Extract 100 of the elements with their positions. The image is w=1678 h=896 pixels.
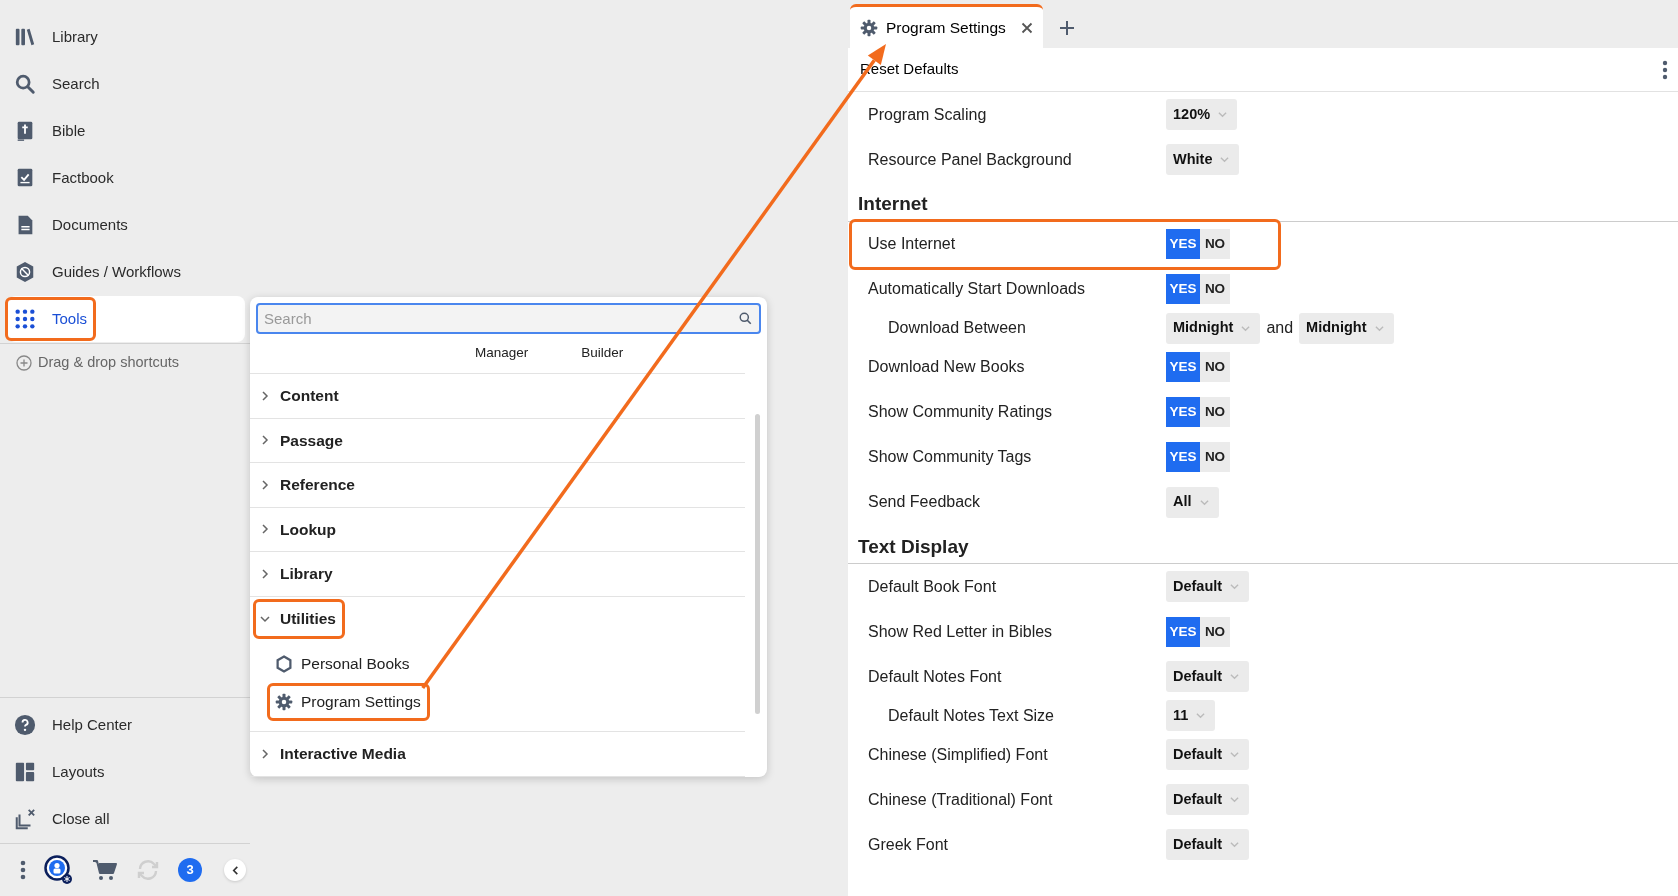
group-label: Passage — [280, 430, 343, 451]
account-icon[interactable] — [44, 855, 74, 885]
chevron-down-icon — [1230, 795, 1240, 805]
dropdown[interactable]: 120% — [1166, 99, 1238, 130]
tool-group[interactable]: Content — [250, 374, 745, 419]
dropdown[interactable]: Default — [1166, 784, 1250, 816]
plus-circle-icon — [16, 354, 32, 371]
tool-group[interactable]: Lookup — [250, 507, 745, 552]
setting-label: Use Internet — [868, 234, 957, 255]
chevron-down-icon — [1374, 323, 1384, 333]
tab-label: Program Settings — [886, 17, 1006, 38]
chevron-right-icon — [260, 390, 270, 401]
chevron-down-icon — [1196, 711, 1206, 721]
sidebar-label: Bible — [52, 120, 86, 141]
chevron-down-icon — [1230, 750, 1240, 760]
hexagon-icon — [275, 655, 293, 673]
group-label: Reference — [280, 475, 355, 496]
sidebar-label: Guides / Workflows — [52, 261, 181, 282]
dropdown[interactable]: Default — [1166, 661, 1250, 693]
group-label: Library — [280, 564, 333, 585]
sidebar-label: Layouts — [52, 761, 105, 782]
setting-label: Automatically Start Downloads — [868, 279, 1086, 300]
layout-icon — [14, 761, 36, 783]
help-icon — [14, 714, 36, 736]
tool-group[interactable]: Reference — [250, 463, 745, 508]
sidebar-label: Tools — [52, 308, 88, 329]
chevron-down-icon — [1241, 323, 1251, 333]
dropdown[interactable]: Default — [1166, 571, 1250, 603]
dropdown[interactable]: All — [1166, 486, 1219, 518]
chevron-down-icon — [1230, 672, 1240, 682]
cart-icon[interactable] — [92, 858, 118, 882]
library-icon — [14, 26, 36, 48]
sidebar-label: Factbook — [52, 167, 114, 188]
dropdown[interactable]: Midnight — [1299, 312, 1394, 344]
tool-group[interactable]: Interactive Media — [250, 732, 745, 777]
search-field[interactable]: Search — [256, 303, 761, 334]
dropdown[interactable]: White — [1166, 144, 1240, 175]
setting-label: Chinese (Traditional) Font — [868, 789, 1054, 810]
chevron-down-icon — [1230, 840, 1240, 850]
chevron-right-icon — [260, 479, 270, 490]
notification-count[interactable]: 3 — [178, 858, 202, 882]
setting-label: Send Feedback — [868, 492, 982, 513]
dropdown[interactable]: Default — [1166, 739, 1250, 771]
sidebar-item[interactable]: Library — [8, 14, 245, 60]
kebab-menu-icon[interactable] — [1662, 59, 1668, 80]
chevron-right-icon — [260, 524, 270, 535]
tool-item[interactable]: Personal Books — [301, 652, 410, 676]
chevron-down-icon — [260, 613, 270, 624]
sidebar-item[interactable]: Search — [8, 61, 245, 107]
sidebar-label: Library — [52, 26, 98, 47]
sidebar-item[interactable]: Guides / Workflows — [8, 249, 245, 295]
setting-label: Download New Books — [868, 357, 1026, 378]
section-heading: Internet — [848, 192, 1678, 222]
group-label: Interactive Media — [280, 744, 406, 765]
chevron-right-icon — [260, 435, 270, 446]
section-heading: Text Display — [848, 534, 1678, 565]
sidebar-item[interactable]: Factbook — [8, 155, 245, 201]
settings-tab[interactable]: Program Settings — [850, 4, 1043, 48]
setting-label: Chinese (Simplified) Font — [868, 744, 1049, 765]
tool-group[interactable]: Library — [250, 552, 745, 597]
setting-label: Resource Panel Background — [868, 149, 1073, 170]
column-header: Builder — [581, 344, 624, 363]
setting-label: Show Red Letter in Bibles — [868, 621, 1054, 642]
close-icon[interactable] — [1021, 21, 1033, 34]
sidebar-item[interactable]: Tools — [8, 296, 245, 342]
chevron-right-icon — [260, 748, 270, 759]
dropdown[interactable]: 11 — [1166, 700, 1216, 732]
tool-group[interactable]: Utilities — [250, 596, 745, 641]
sidebar-item[interactable]: Documents — [8, 202, 245, 248]
gear-icon — [275, 693, 293, 711]
joiner-text: and — [1266, 318, 1294, 339]
setting-label: Show Community Tags — [868, 447, 1033, 468]
kebab-menu-icon[interactable] — [20, 860, 26, 880]
chevron-left-icon — [230, 865, 240, 875]
collapse-button[interactable] — [224, 859, 246, 881]
sidebar-label: Help Center — [52, 714, 133, 735]
sidebar-item[interactable]: Bible — [8, 108, 245, 154]
sidebar-label: Documents — [52, 214, 128, 235]
setting-label: Default Notes Font — [868, 666, 1003, 687]
sidebar-item[interactable]: Close all — [8, 796, 245, 842]
group-label: Lookup — [280, 519, 336, 540]
chevron-down-icon — [1199, 497, 1209, 507]
dropdown[interactable]: Midnight — [1166, 312, 1261, 344]
setting-label: Show Community Ratings — [868, 402, 1054, 423]
group-label: Content — [280, 386, 339, 407]
group-label: Utilities — [280, 609, 336, 630]
sidebar-item[interactable]: Layouts — [8, 749, 245, 795]
sidebar-label: Close all — [52, 808, 110, 829]
setting-label: Greek Font — [868, 834, 950, 855]
tool-item[interactable]: Program Settings — [301, 690, 421, 714]
hexagon-compass-icon — [14, 261, 36, 283]
search-icon — [739, 312, 752, 325]
grid-dots-icon — [14, 308, 36, 330]
tool-group[interactable]: Passage — [250, 418, 745, 463]
scrollbar-thumb[interactable] — [755, 414, 760, 714]
dropdown[interactable]: Default — [1166, 829, 1250, 861]
plus-icon — [1059, 20, 1075, 36]
chevron-down-icon — [1230, 582, 1240, 592]
gear-icon — [860, 18, 878, 37]
sidebar-item[interactable]: Help Center — [8, 702, 245, 748]
